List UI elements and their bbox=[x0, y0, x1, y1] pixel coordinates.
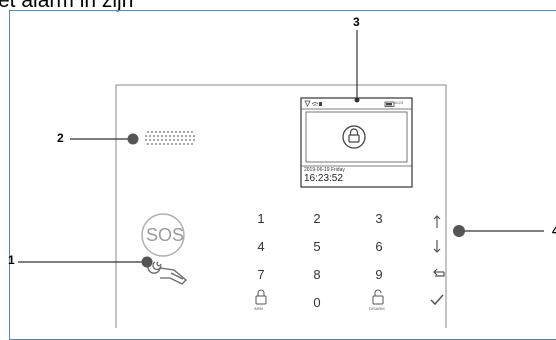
screen-time: 16:23:52 bbox=[304, 173, 343, 184]
callout-1: 1 bbox=[8, 253, 15, 267]
lock-icon bbox=[342, 125, 366, 149]
callout-2: 2 bbox=[57, 131, 64, 145]
key-9: 9 bbox=[375, 267, 383, 282]
key-2: 2 bbox=[313, 211, 321, 226]
key-0: 0 bbox=[313, 295, 321, 310]
key-8: 8 bbox=[313, 267, 321, 282]
key-4: 4 bbox=[257, 239, 265, 254]
key-3: 3 bbox=[375, 211, 383, 226]
arm-caption: ARM bbox=[254, 306, 263, 311]
sos-label: SOS bbox=[146, 225, 185, 245]
callout-3: 3 bbox=[353, 15, 360, 29]
device-diagram bbox=[18, 30, 544, 328]
key-6: 6 bbox=[375, 239, 383, 254]
key-5: 5 bbox=[313, 239, 321, 254]
key-7: 7 bbox=[257, 267, 265, 282]
disarm-caption: DISARM bbox=[369, 306, 385, 311]
key-1: 1 bbox=[257, 211, 265, 226]
screen-status-time: 16:23 bbox=[393, 100, 404, 105]
callout-4: 4 bbox=[552, 224, 556, 238]
